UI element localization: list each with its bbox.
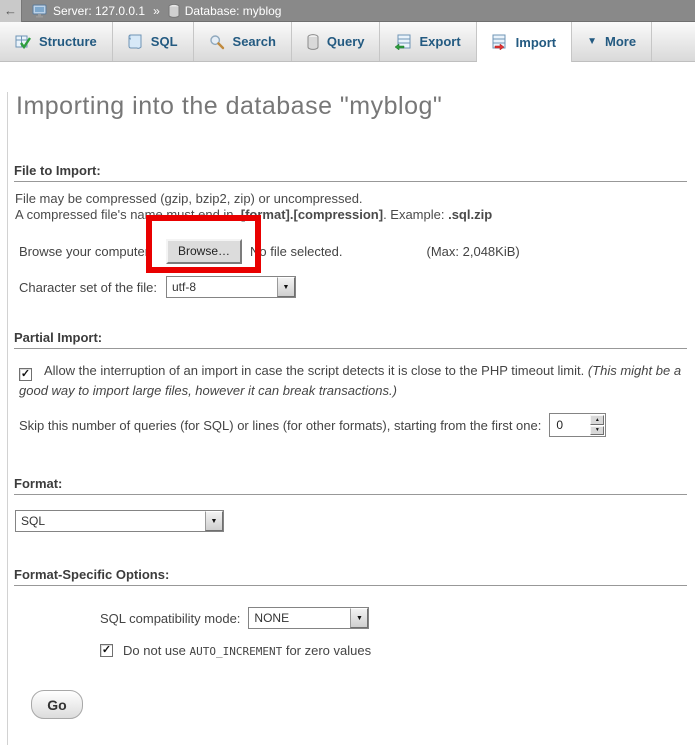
content-area: Importing into the database "myblog" Fil… <box>7 92 695 745</box>
sql-compat-select[interactable]: NONE ▼ <box>248 607 369 629</box>
tab-search[interactable]: Search <box>194 22 292 61</box>
browse-label: Browse your computer: <box>19 244 166 259</box>
autoinc-prefix: Do not use <box>123 643 190 658</box>
tab-structure[interactable]: Structure <box>0 22 113 61</box>
select-arrow-icon[interactable]: ▼ <box>205 511 223 531</box>
format-selected-value: SQL <box>16 511 205 531</box>
browse-row: Browse your computer: Browse… No file se… <box>19 238 695 264</box>
autoinc-label: Do not use AUTO_INCREMENT for zero value… <box>123 643 371 658</box>
spinner-down-button[interactable]: ▼ <box>590 426 604 436</box>
max-size-text: (Max: 2,048KiB) <box>427 244 520 259</box>
section-heading-partial-import: Partial Import: <box>14 330 687 349</box>
tab-label: Search <box>233 34 276 49</box>
skip-queries-input[interactable]: 0 ▲ ▼ <box>549 413 606 437</box>
section-heading-file-to-import: File to Import: <box>14 163 687 182</box>
database-icon <box>168 4 180 18</box>
autoinc-checkbox[interactable]: ✓ <box>100 644 113 657</box>
tab-label: More <box>605 34 636 49</box>
breadcrumb-database[interactable]: Database: myblog <box>185 4 282 18</box>
compression-line1: File may be compressed (gzip, bzip2, zip… <box>15 191 363 206</box>
tab-query[interactable]: Query <box>292 22 381 61</box>
compression-format-pattern: .[format].[compression] <box>237 207 383 222</box>
autoinc-code: AUTO_INCREMENT <box>190 645 283 658</box>
go-button[interactable]: Go <box>31 690 83 719</box>
sql-compat-row: SQL compatibility mode: NONE ▼ <box>100 606 695 630</box>
breadcrumb-server[interactable]: Server: 127.0.0.1 <box>53 4 145 18</box>
back-arrow-button[interactable]: ← <box>0 0 22 22</box>
tab-more[interactable]: ▼ More <box>572 22 652 61</box>
sql-compat-selected-value: NONE <box>249 608 350 628</box>
phpmyadmin-import-page: { "icons": { "back_glyph": "←", "chevron… <box>0 0 695 716</box>
structure-icon <box>15 34 31 50</box>
export-icon <box>395 34 411 50</box>
skip-queries-label: Skip this number of queries (for SQL) or… <box>19 418 541 433</box>
charset-select[interactable]: utf-8 ▼ <box>166 276 296 298</box>
autoinc-suffix: for zero values <box>282 643 371 658</box>
charset-selected-value: utf-8 <box>167 277 277 297</box>
compression-note: File may be compressed (gzip, bzip2, zip… <box>15 191 685 223</box>
tab-import[interactable]: Import <box>477 22 572 62</box>
format-select[interactable]: SQL ▼ <box>15 510 224 532</box>
tab-export[interactable]: Export <box>380 22 476 61</box>
query-icon <box>307 34 319 50</box>
tab-sql[interactable]: SQL <box>113 22 194 61</box>
compression-line2-prefix: A compressed file's name must end in <box>15 207 237 222</box>
page-title: Importing into the database "myblog" <box>16 92 695 121</box>
breadcrumb: Server: 127.0.0.1 » Database: myblog <box>32 4 281 18</box>
charset-row: Character set of the file: utf-8 ▼ <box>19 275 695 299</box>
compression-line2-mid: . Example: <box>383 207 448 222</box>
section-heading-format-options: Format-Specific Options: <box>14 567 687 586</box>
tab-label: Import <box>516 35 556 50</box>
skip-queries-value: 0 <box>550 414 589 436</box>
breadcrumb-bar: ← Server: 127.0.0.1 » Database: myblog <box>0 0 695 22</box>
allow-interrupt-checkbox[interactable]: ✓ <box>19 368 32 381</box>
select-arrow-icon[interactable]: ▼ <box>277 277 295 297</box>
compression-example: .sql.zip <box>448 207 492 222</box>
autoinc-row: ✓ Do not use AUTO_INCREMENT for zero val… <box>100 641 695 659</box>
tab-bar: Structure SQL Search Query Export <box>0 22 695 62</box>
allow-interrupt-text: Allow the interruption of an import in c… <box>44 363 588 378</box>
sql-icon <box>128 34 143 50</box>
section-heading-format: Format: <box>14 476 687 495</box>
sql-compat-label: SQL compatibility mode: <box>100 611 240 626</box>
tab-label: SQL <box>151 34 178 49</box>
no-file-selected-text: No file selected. <box>250 244 343 259</box>
breadcrumb-separator: » <box>153 4 160 18</box>
skip-queries-row: Skip this number of queries (for SQL) or… <box>19 411 695 439</box>
search-icon <box>209 34 225 50</box>
import-icon <box>492 34 508 50</box>
browse-button[interactable]: Browse… <box>166 239 242 264</box>
tab-label: Query <box>327 34 365 49</box>
select-arrow-icon[interactable]: ▼ <box>350 608 368 628</box>
chevron-down-icon: ▼ <box>587 36 597 47</box>
tab-label: Structure <box>39 34 97 49</box>
spinner-up-button[interactable]: ▲ <box>590 415 604 425</box>
tab-label: Export <box>419 34 460 49</box>
charset-label: Character set of the file: <box>19 280 166 295</box>
server-icon <box>32 4 48 18</box>
back-arrow-icon: ← <box>4 3 17 18</box>
allow-interrupt-row: ✓ Allow the interruption of an import in … <box>19 361 691 400</box>
number-spinner: ▲ ▼ <box>589 414 605 436</box>
